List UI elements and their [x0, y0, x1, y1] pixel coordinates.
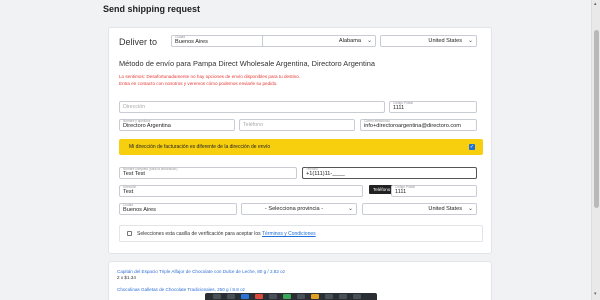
full-name-input[interactable]: Nombre y apellidos Directoro Argentina: [119, 119, 235, 131]
chevron-down-icon: ⌄: [347, 206, 353, 212]
page-title: Send shipping request: [103, 4, 201, 14]
email-value: info+directoroargentina@directoro.com: [364, 123, 461, 129]
product-link[interactable]: Chocolinas Galletas de Chocolate Tradici…: [117, 287, 245, 293]
app-icon[interactable]: [241, 294, 249, 299]
list-item: Chocolinas Galletas de Chocolate Tradici…: [117, 287, 245, 293]
app-icon[interactable]: [353, 294, 361, 299]
billing-country-value: United States: [428, 206, 462, 212]
billing-name-input[interactable]: Nombre completo (para la facturación) Te…: [119, 167, 297, 179]
shipping-warning-line1: Lo sentimos: Desafortunadamente no hay o…: [119, 74, 301, 79]
list-item: Capitán del Espacio Triple Alfajor de Ch…: [117, 269, 285, 280]
billing-phone-input[interactable]: Teléfono +1(111)11-____: [302, 167, 477, 179]
shipping-warning-line2: Entra en contacto con nosotros y veremos…: [119, 81, 278, 86]
checkbox-checked-icon[interactable]: ✓: [469, 144, 475, 150]
deliver-state-select[interactable]: Alabama ⌄: [262, 35, 376, 47]
billing-city-value: Buenos Aires: [123, 207, 156, 213]
postal-code-input[interactable]: Código Postal 1111: [389, 101, 477, 113]
app-icon[interactable]: [339, 294, 347, 299]
page-scrollbar[interactable]: ▴ ▾: [591, 0, 600, 300]
app-icon[interactable]: [325, 294, 333, 299]
chevron-down-icon: ⌄: [366, 38, 372, 44]
terms-checkbox[interactable]: [127, 231, 132, 236]
billing-postal-input[interactable]: Código Postal 1111: [391, 185, 477, 197]
deliver-to-label: Deliver to: [119, 37, 158, 47]
deliver-country-select[interactable]: United States ⌄: [380, 35, 477, 47]
billing-different-label: Mi dirección de facturación es diferente…: [129, 144, 271, 150]
email-input[interactable]: Correo electrónico info+directoroargenti…: [360, 119, 477, 131]
terms-box: Selecciones esta casilla de verificación…: [119, 225, 483, 242]
billing-address-input[interactable]: Dirección Test: [119, 185, 363, 197]
deliver-city-value: Buenos Aires: [175, 39, 208, 45]
full-name-value: Directoro Argentina: [123, 123, 171, 129]
shipping-card: Deliver to Ciudad Buenos Aires Alabama ⌄…: [108, 27, 492, 254]
chevron-down-icon: ⌄: [467, 206, 473, 212]
scrollbar-thumb[interactable]: [594, 30, 599, 208]
address-placeholder: Dirección: [123, 104, 146, 110]
terms-link[interactable]: Términos y Condiciones: [262, 231, 316, 237]
phone-input[interactable]: Teléfono: [239, 119, 355, 131]
scroll-down-icon[interactable]: ▾: [594, 291, 597, 297]
app-icon[interactable]: [255, 294, 263, 299]
scroll-up-icon[interactable]: ▴: [594, 1, 597, 7]
billing-province-value: - Selecciona provincia -: [264, 206, 324, 212]
billing-phone-value: +1(111)11-____: [306, 171, 345, 177]
taskbar: [205, 293, 377, 300]
billing-province-select[interactable]: - Selecciona provincia - ⌄: [241, 203, 357, 215]
deliver-country-value: United States: [428, 38, 462, 44]
phone-placeholder: Teléfono: [243, 122, 264, 128]
chevron-down-icon: ⌄: [467, 38, 473, 44]
app-icon[interactable]: [311, 294, 319, 299]
billing-name-value: Test Test: [123, 171, 145, 177]
billing-city-input[interactable]: Ciudad Buenos Aires: [119, 203, 237, 215]
billing-different-toggle[interactable]: Mi dirección de facturación es diferente…: [119, 139, 483, 155]
billing-country-select[interactable]: United States ⌄: [362, 203, 477, 215]
terms-label: Selecciones esta casilla de verificación…: [137, 231, 261, 237]
app-icon[interactable]: [269, 294, 277, 299]
shipping-method-title: Método de envío para Pampa Direct Wholes…: [119, 59, 375, 68]
terms-text: Selecciones esta casilla de verificación…: [137, 231, 316, 237]
billing-address-value: Test: [123, 189, 134, 195]
app-icon[interactable]: [227, 294, 235, 299]
postal-code-value: 1111: [393, 105, 405, 111]
product-link[interactable]: Capitán del Espacio Triple Alfajor de Ch…: [117, 269, 285, 275]
address-input[interactable]: Dirección: [119, 101, 385, 113]
app-icon[interactable]: [283, 294, 291, 299]
deliver-state-value: Alabama: [338, 38, 361, 44]
billing-postal-value: 1111: [395, 189, 407, 195]
app-icon[interactable]: [213, 294, 221, 299]
app-icon[interactable]: [297, 294, 305, 299]
product-qty: 2 x $1.34: [117, 274, 136, 280]
